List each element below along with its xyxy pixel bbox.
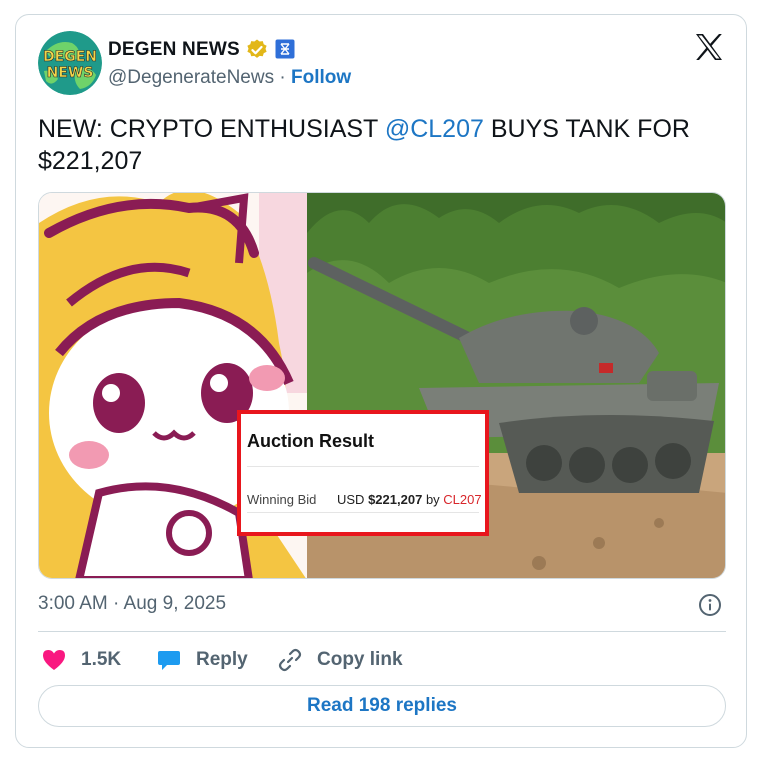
author-handle[interactable]: @DegenerateNews xyxy=(108,67,274,88)
like-button[interactable]: 1.5K xyxy=(41,646,121,674)
tweet-text: NEW: CRYPTO ENTHUSIAST @CL207 BUYS TANK … xyxy=(38,113,718,177)
auction-divider xyxy=(247,466,479,467)
auction-divider-bottom xyxy=(247,512,479,513)
avatar-text-top: DEGEN xyxy=(43,49,97,65)
link-icon xyxy=(278,648,302,672)
speech-bubble-icon xyxy=(158,651,180,670)
follow-button[interactable]: Follow xyxy=(291,67,351,88)
info-icon[interactable] xyxy=(698,593,722,617)
reply-button[interactable]: Reply xyxy=(156,646,248,674)
avatar[interactable]: DEGEN NEWS xyxy=(38,31,102,95)
separator-dot: · xyxy=(279,67,286,88)
heart-icon xyxy=(43,650,65,670)
tweet-media[interactable]: Auction Result Winning Bid USD $221,207 … xyxy=(38,192,726,579)
handle-row: @DegenerateNews · Follow xyxy=(108,67,351,89)
tweet-timestamp[interactable]: 3:00 AM · Aug 9, 2025 xyxy=(38,593,226,615)
winning-bid-value: USD $221,207 by CL207 xyxy=(337,492,482,507)
auction-title: Auction Result xyxy=(247,431,375,451)
currency: USD xyxy=(337,492,365,507)
copy-link-label: Copy link xyxy=(317,649,403,670)
copy-link-button[interactable]: Copy link xyxy=(277,646,403,674)
winning-bid-label: Winning Bid xyxy=(247,492,317,507)
by-word: by xyxy=(425,492,440,507)
tweet-text-prefix: NEW: CRYPTO ENTHUSIAST xyxy=(38,115,385,143)
avatar-text-bottom: NEWS xyxy=(47,65,94,81)
mention-link[interactable]: @CL207 xyxy=(385,115,484,143)
affiliate-badge-icon xyxy=(275,39,295,59)
auction-result-overlay: Auction Result Winning Bid USD $221,207 … xyxy=(237,410,489,536)
avatar-globe-icon: DEGEN NEWS xyxy=(38,31,102,95)
tweet-card: DEGEN NEWS DEGEN NEWS @DegenerateNews · … xyxy=(15,14,747,748)
winner-name: CL207 xyxy=(443,492,482,507)
x-logo-icon[interactable] xyxy=(694,33,724,61)
reply-label: Reply xyxy=(196,649,248,670)
author-name[interactable]: DEGEN NEWS xyxy=(108,39,240,61)
like-count: 1.5K xyxy=(81,649,122,670)
bid-amount: $221,207 xyxy=(368,492,423,507)
verified-badge-icon xyxy=(247,39,267,58)
divider xyxy=(38,631,726,632)
read-replies-button[interactable]: Read 198 replies xyxy=(38,685,726,727)
